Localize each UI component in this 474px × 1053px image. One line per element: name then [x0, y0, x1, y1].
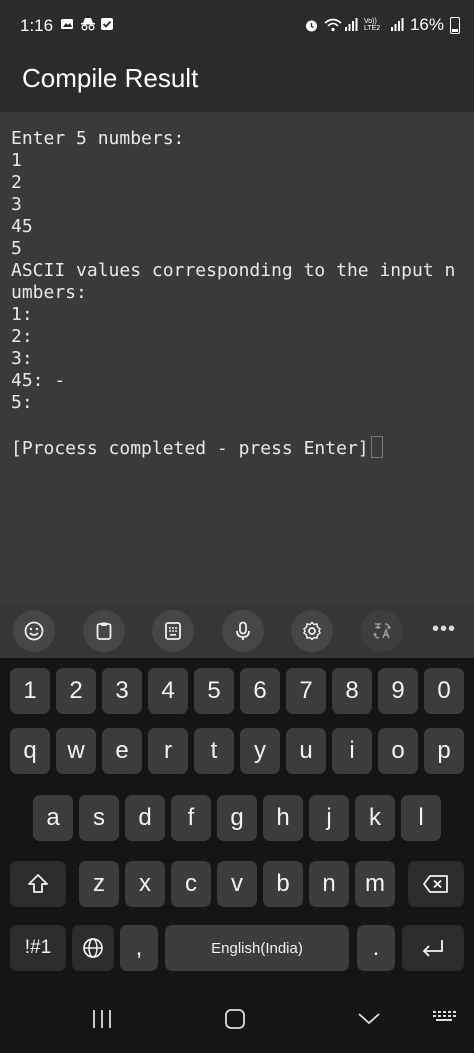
key-a[interactable]: a [33, 795, 73, 841]
recent-apps-icon[interactable] [90, 1007, 114, 1036]
terminal-line: 5 [11, 238, 22, 259]
terminal-line: Enter 5 numbers: [11, 128, 185, 149]
back-icon[interactable] [356, 1007, 382, 1036]
symbols-key[interactable]: !#1 [10, 925, 66, 971]
key-h[interactable]: h [263, 795, 303, 841]
signal-icon [344, 18, 358, 32]
key-c[interactable]: c [171, 861, 211, 907]
microphone-icon [236, 621, 250, 640]
keyboard-toolbar: ••• [0, 604, 474, 658]
key-m[interactable]: m [355, 861, 395, 907]
key-z[interactable]: z [79, 861, 119, 907]
key-l[interactable]: l [401, 795, 441, 841]
backspace-icon [423, 875, 448, 893]
emoji-button[interactable] [13, 610, 55, 652]
key-w[interactable]: w [56, 728, 96, 774]
key-4[interactable]: 4 [148, 668, 188, 714]
key-b[interactable]: b [263, 861, 303, 907]
image-icon [60, 17, 74, 31]
key-o[interactable]: o [378, 728, 418, 774]
key-r[interactable]: r [148, 728, 188, 774]
navigation-bar [0, 995, 474, 1053]
terminal-line: [Process completed - press Enter] [11, 438, 369, 459]
terminal-line: 1: [11, 304, 33, 325]
period-key[interactable]: . [357, 925, 395, 971]
terminal-line: 45: - [11, 370, 66, 391]
clipboard-icon [96, 622, 112, 640]
keyboard-mode-icon [165, 622, 181, 640]
key-1[interactable]: 1 [10, 668, 50, 714]
space-key[interactable]: English(India) [165, 925, 349, 971]
key-i[interactable]: i [332, 728, 372, 774]
network-type: Vo)) LTE2 [363, 18, 381, 32]
key-s[interactable]: s [79, 795, 119, 841]
settings-button[interactable] [291, 610, 333, 652]
key-p[interactable]: p [424, 728, 464, 774]
terminal-line: 3 [11, 194, 22, 215]
key-q[interactable]: q [10, 728, 50, 774]
signal-icon-2 [390, 18, 404, 32]
page-title: Compile Result [22, 63, 199, 93]
language-key[interactable] [72, 925, 114, 971]
app-bar: Compile Result [0, 52, 474, 112]
shift-key[interactable] [10, 861, 66, 907]
voice-input-button[interactable] [222, 610, 264, 652]
enter-key[interactable] [402, 925, 464, 971]
wifi-icon [324, 18, 342, 32]
keyboard-mode-button[interactable] [152, 610, 194, 652]
terminal-cursor [370, 436, 383, 458]
enter-icon [422, 940, 443, 957]
terminal-line: 2: [11, 326, 33, 347]
settings-icon [303, 621, 321, 641]
key-8[interactable]: 8 [332, 668, 372, 714]
emoji-icon [24, 621, 44, 641]
home-icon[interactable] [223, 1007, 247, 1036]
terminal-line: ASCII values corresponding to the input … [11, 260, 456, 281]
more-options-button[interactable]: ••• [432, 618, 456, 641]
terminal-line: 45 [11, 216, 33, 237]
terminal-output[interactable]: Enter 5 numbers: 1 2 3 45 5 ASCII values… [0, 112, 474, 604]
key-7[interactable]: 7 [286, 668, 326, 714]
translate-icon [373, 623, 391, 639]
terminal-text: Enter 5 numbers: 1 2 3 45 5 ASCII values… [11, 128, 455, 460]
status-time: 1:16 [20, 16, 54, 35]
key-g[interactable]: g [217, 795, 257, 841]
terminal-line: umbers: [11, 282, 87, 303]
on-screen-keyboard: 1 2 3 4 5 6 7 8 9 0 q w e r t y u i o p … [0, 658, 474, 995]
key-t[interactable]: t [194, 728, 234, 774]
key-y[interactable]: y [240, 728, 280, 774]
translate-button[interactable] [361, 610, 403, 652]
key-n[interactable]: n [309, 861, 349, 907]
key-j[interactable]: j [309, 795, 349, 841]
key-6[interactable]: 6 [240, 668, 280, 714]
key-f[interactable]: f [171, 795, 211, 841]
key-0[interactable]: 0 [424, 668, 464, 714]
clipboard-button[interactable] [83, 610, 125, 652]
key-d[interactable]: d [125, 795, 165, 841]
battery-icon [450, 16, 460, 34]
terminal-line: 3: [11, 348, 33, 369]
shift-icon [28, 874, 48, 893]
key-k[interactable]: k [355, 795, 395, 841]
terminal-line: 5: [11, 392, 33, 413]
backspace-key[interactable] [408, 861, 464, 907]
comma-key[interactable]: , [120, 925, 158, 971]
key-u[interactable]: u [286, 728, 326, 774]
keyboard-hide-icon[interactable] [431, 1007, 457, 1036]
terminal-line: 2 [11, 172, 22, 193]
terminal-line: 1 [11, 150, 22, 171]
key-5[interactable]: 5 [194, 668, 234, 714]
key-v[interactable]: v [217, 861, 257, 907]
key-e[interactable]: e [102, 728, 142, 774]
key-x[interactable]: x [125, 861, 165, 907]
key-9[interactable]: 9 [378, 668, 418, 714]
key-3[interactable]: 3 [102, 668, 142, 714]
globe-icon [83, 938, 103, 958]
alarm-icon [304, 18, 318, 32]
key-2[interactable]: 2 [56, 668, 96, 714]
checkbox-icon [100, 17, 114, 31]
status-bar: 1:16 Vo)) LTE2 16% [0, 0, 474, 52]
battery-percent: 16% [409, 15, 444, 34]
incognito-icon [80, 17, 95, 31]
